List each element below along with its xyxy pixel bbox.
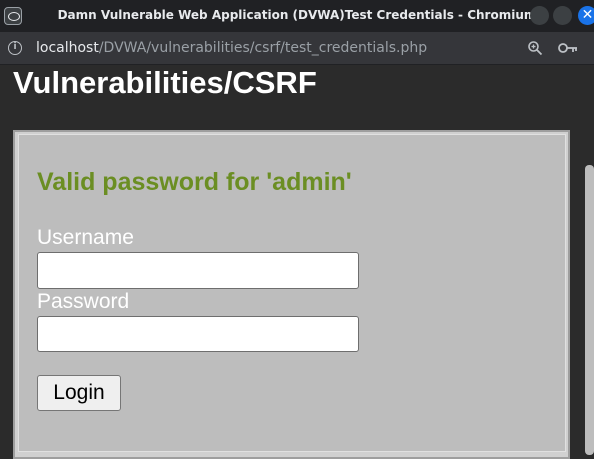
window-title: Damn Vulnerable Web Application (DVWA)Te… (57, 8, 537, 22)
username-label: Username (37, 226, 134, 249)
login-button[interactable]: Login (37, 375, 121, 411)
info-icon[interactable]: i (8, 41, 22, 55)
url-path: /DVWA/vulnerabilities/csrf/test_credenti… (98, 40, 428, 56)
maximize-button[interactable] (553, 6, 572, 25)
address-bar: i localhost/DVWA/vulnerabilities/csrf/te… (0, 32, 594, 65)
url-field[interactable]: localhost/DVWA/vulnerabilities/csrf/test… (36, 40, 427, 56)
minimize-button[interactable] (530, 6, 549, 25)
password-input[interactable] (37, 316, 359, 352)
password-label: Password (37, 290, 130, 313)
zoom-icon[interactable] (527, 40, 543, 56)
vertical-scrollbar-thumb[interactable] (585, 165, 594, 455)
close-icon: ✕ (581, 7, 594, 23)
page-title: Vulnerabilities/CSRF (13, 66, 317, 100)
result-message: Valid password for 'admin' (37, 168, 352, 196)
close-button[interactable]: ✕ (578, 6, 594, 25)
key-icon[interactable] (558, 41, 578, 55)
url-host: localhost (36, 40, 99, 56)
window-titlebar: Damn Vulnerable Web Application (DVWA)Te… (0, 0, 594, 32)
username-input[interactable] (37, 252, 359, 289)
